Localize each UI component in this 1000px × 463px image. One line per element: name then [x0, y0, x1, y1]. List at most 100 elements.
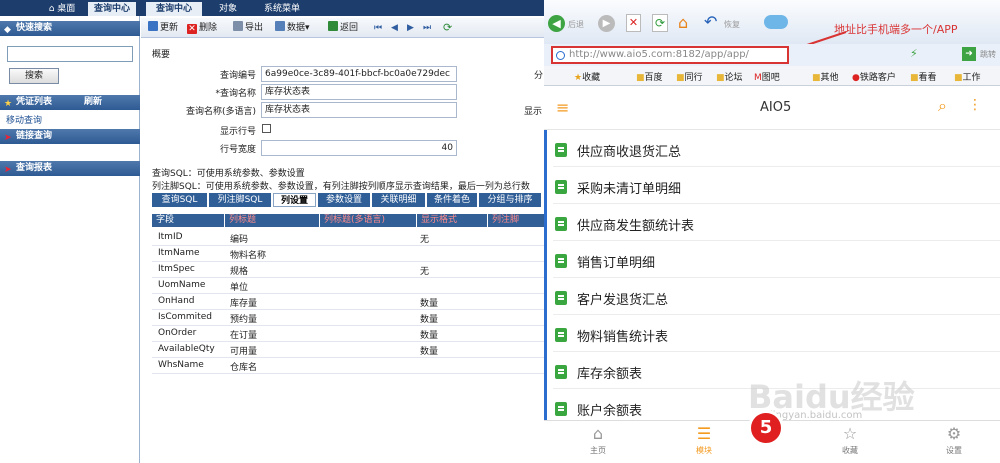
bookmark-item[interactable]: ■看看	[910, 70, 937, 83]
list-item[interactable]: 客户发退货汇总	[553, 281, 1000, 315]
more-icon[interactable]: ⋮	[968, 97, 982, 113]
undo-icon[interactable]: ↶	[704, 12, 717, 31]
restore-label[interactable]: 恢复	[724, 19, 740, 30]
cloud-icon[interactable]	[764, 15, 788, 29]
quick-search-header[interactable]: ◆ 快速搜索	[0, 21, 140, 36]
tab-related-detail[interactable]: 关联明细	[372, 193, 425, 207]
sidebar-item-mobile-query[interactable]: 移动查询	[6, 113, 42, 126]
map-icon: M	[754, 73, 762, 83]
query-report-header[interactable]: ➤ 查询报表	[0, 161, 140, 176]
table-row[interactable]: OnOrder 在订量 数量	[152, 326, 544, 342]
table-row[interactable]: ItmSpec 规格无	[152, 262, 544, 278]
link-query-header[interactable]: ➤ 链接查询	[0, 129, 140, 144]
tab-query-sql[interactable]: 查询SQL	[152, 193, 207, 207]
update-button[interactable]: 更新	[148, 21, 178, 35]
query-id-field[interactable]: 6a99e0ce-3c89-401f-bbcf-bc0a0e729dec	[261, 66, 457, 82]
column-header-title-ml[interactable]: 列标题(多语言)	[320, 214, 416, 227]
address-bar[interactable]: http://www.aio5.com:8182/app/app/	[551, 46, 789, 64]
column-header-title[interactable]: 列标题	[225, 214, 319, 227]
back-arrow-icon[interactable]: ◀	[548, 15, 565, 32]
bookmark-item[interactable]: ■百度	[636, 70, 663, 83]
query-name-ml-field[interactable]: 库存状态表	[261, 102, 457, 118]
goto-label[interactable]: 跳转	[980, 49, 996, 60]
data-icon	[275, 21, 285, 31]
folder-icon: ■	[812, 73, 821, 83]
url-text[interactable]: http://www.aio5.com:8182/app/app/	[569, 49, 749, 60]
report-icon	[555, 217, 567, 231]
bookmark-item[interactable]: ■论坛	[716, 70, 743, 83]
column-header-field[interactable]: 字段	[152, 214, 224, 227]
export-button[interactable]: 导出	[233, 21, 263, 35]
search-button[interactable]: 搜索	[9, 68, 59, 84]
right-label-cut: 显示	[524, 107, 543, 117]
report-icon	[555, 402, 567, 416]
bookmark-item[interactable]: ■工作	[954, 70, 981, 83]
row-width-field[interactable]: 40	[261, 140, 457, 156]
tab-query-center[interactable]: 查询中心	[88, 2, 136, 16]
back-icon	[328, 21, 338, 31]
list-item[interactable]: 物料销售统计表	[553, 318, 1000, 352]
list-item[interactable]: 采购未清订单明细	[553, 170, 1000, 204]
home-icon: ⌂	[48, 4, 55, 14]
bookmark-item[interactable]: ■其他	[812, 70, 839, 83]
go-icon[interactable]: ➜	[962, 47, 976, 61]
tab-group-sort[interactable]: 分组与排序	[479, 193, 541, 207]
tab-object[interactable]: 对象	[210, 2, 246, 16]
nav-modules[interactable]: ☰ 模块	[674, 423, 734, 456]
back-button[interactable]: 返回	[328, 21, 358, 35]
footer-note: 列注脚SQL：可使用系统参数、参数设置，有列注脚按列顺序显示查询结果，最后一列为…	[152, 182, 530, 192]
bookmark-item[interactable]: ●铁路客户	[852, 70, 896, 83]
report-icon	[555, 365, 567, 379]
app-title: AIO5	[760, 100, 792, 115]
table-row[interactable]: WhsName 仓库名	[152, 358, 544, 374]
last-page-icon[interactable]: ⏭	[423, 21, 431, 35]
voucher-list-header[interactable]: ★ 凭证列表 刷新	[0, 95, 140, 110]
table-row[interactable]: ItmName 物料名称	[152, 246, 544, 262]
menu-toggle-icon[interactable]: ≡	[556, 98, 569, 117]
list-item[interactable]: 供应商收退货汇总	[553, 133, 1000, 167]
search-input[interactable]	[7, 46, 133, 62]
data-dropdown[interactable]: 数据▾	[275, 21, 310, 35]
bolt-icon[interactable]: ⚡	[910, 47, 918, 60]
first-page-icon[interactable]: ⏮	[374, 21, 382, 35]
folder-icon: ■	[910, 73, 919, 83]
report-icon	[555, 143, 567, 157]
query-name-field[interactable]: 库存状态表	[261, 84, 457, 100]
stop-icon[interactable]: ✕	[626, 14, 641, 32]
bookmark-item[interactable]: ■同行	[676, 70, 703, 83]
table-row[interactable]: AvailableQty 可用量 数量	[152, 342, 544, 358]
refresh-icon[interactable]: ⟳	[443, 21, 452, 35]
prev-page-icon[interactable]: ◀	[391, 21, 398, 35]
nav-settings[interactable]: ⚙ 设置	[924, 423, 984, 456]
tab-system-menu[interactable]: 系统菜单	[254, 2, 310, 16]
column-header-footer[interactable]: 列注脚	[488, 214, 544, 227]
bookmark-item[interactable]: M图吧	[754, 70, 780, 83]
table-row[interactable]: UomName 单位	[152, 278, 544, 294]
delete-icon: ✕	[187, 24, 197, 34]
home-icon[interactable]: ⌂	[678, 13, 688, 32]
table-row[interactable]: IsCommited 预约量 数量	[152, 310, 544, 326]
nav-home[interactable]: ⌂ 主页	[568, 423, 628, 456]
delete-button[interactable]: ✕ 删除	[187, 21, 217, 35]
column-header-format[interactable]: 显示格式	[417, 214, 487, 227]
tab-param-settings[interactable]: 参数设置	[318, 193, 370, 207]
list-item[interactable]: 供应商发生额统计表	[553, 207, 1000, 241]
nav-favorites[interactable]: ☆ 收藏	[820, 423, 880, 456]
search-icon[interactable]: ⌕	[938, 96, 947, 116]
list-item[interactable]: 销售订单明细	[553, 244, 1000, 278]
tab-column-settings[interactable]: 列设置	[273, 193, 316, 207]
table-row[interactable]: ItmID 编码无	[152, 230, 544, 246]
refresh-icon[interactable]: ⟳	[652, 14, 668, 32]
subtab-query-center[interactable]: 查询中心	[146, 2, 202, 16]
tab-footer-sql[interactable]: 列注脚SQL	[209, 193, 271, 207]
bookmark-favorites[interactable]: ★收藏	[574, 70, 600, 83]
tab-desktop[interactable]: ⌂ 桌面	[42, 2, 82, 16]
table-row[interactable]: OnHand 库存量 数量	[152, 294, 544, 310]
tab-conditional-color[interactable]: 条件着色	[427, 193, 477, 207]
refresh-link[interactable]: 刷新	[84, 95, 102, 110]
next-page-icon[interactable]: ▶	[407, 21, 414, 35]
folder-icon: ■	[716, 73, 725, 83]
show-row-no-checkbox[interactable]	[262, 124, 271, 133]
forward-arrow-icon[interactable]: ▶	[598, 15, 615, 32]
report-icon	[555, 291, 567, 305]
